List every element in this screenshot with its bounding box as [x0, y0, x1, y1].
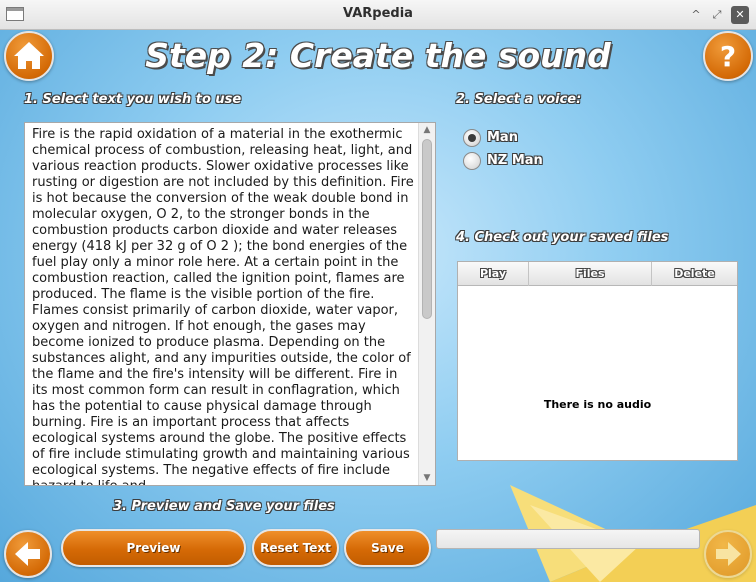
table-header: Play Files Delete	[458, 262, 737, 286]
column-header-play[interactable]: Play	[458, 262, 529, 286]
question-mark-icon: ?	[720, 40, 736, 73]
text-area[interactable]: Fire is the rapid oxidation of a materia…	[24, 122, 436, 486]
voice-label-man[interactable]: Man	[487, 130, 518, 145]
text-scrollbar[interactable]: ▲ ▼	[418, 123, 435, 485]
voice-radio-man[interactable]	[463, 129, 481, 147]
save-button[interactable]: Save	[344, 529, 431, 567]
arrow-right-icon	[716, 542, 741, 566]
window-title: VARpedia	[343, 6, 413, 21]
window-maximize-icon[interactable]: ⤢	[708, 6, 726, 24]
arrow-left-icon	[15, 542, 40, 566]
app-body: Step 2: Create the sound ? 1. Select tex…	[0, 30, 756, 582]
reset-text-button[interactable]: Reset Text	[252, 529, 339, 567]
help-button[interactable]: ?	[703, 31, 753, 81]
select-text-label: 1. Select text you wish to use	[24, 92, 242, 107]
saved-files-table[interactable]: Play Files Delete There is no audio	[457, 261, 738, 461]
select-voice-label: 2. Select a voice:	[456, 92, 582, 107]
scroll-thumb[interactable]	[422, 139, 432, 319]
preview-button[interactable]: Preview	[61, 529, 246, 567]
empty-table-message: There is no audio	[543, 398, 652, 411]
window-close-button[interactable]: ✕	[731, 6, 749, 24]
back-button[interactable]	[4, 530, 52, 578]
scroll-up-icon[interactable]: ▲	[419, 123, 435, 137]
voice-radio-nz-man[interactable]	[463, 152, 481, 170]
voice-label-nz-man[interactable]: NZ Man	[487, 153, 543, 168]
next-button[interactable]	[704, 530, 752, 578]
page-title: Step 2: Create the sound	[145, 36, 611, 75]
saved-files-label: 4. Check out your saved files	[456, 230, 669, 245]
window-titlebar: VARpedia ^ ⤢ ✕	[0, 0, 756, 30]
text-area-content[interactable]: Fire is the rapid oxidation of a materia…	[32, 127, 416, 485]
column-header-delete[interactable]: Delete	[652, 262, 737, 286]
scroll-down-icon[interactable]: ▼	[419, 471, 435, 485]
progress-bar	[436, 529, 700, 549]
preview-save-label: 3. Preview and Save your files	[113, 499, 335, 514]
window-minimize-icon[interactable]: ^	[687, 6, 705, 24]
svg-text:?: ?	[720, 40, 736, 73]
column-header-files[interactable]: Files	[529, 262, 652, 286]
